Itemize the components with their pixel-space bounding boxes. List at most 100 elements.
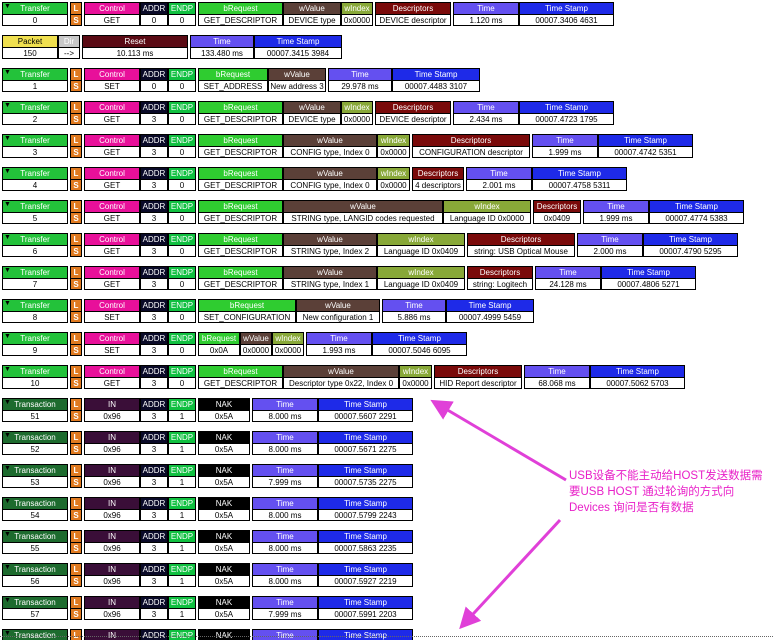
- timestamp-field: Time Stamp 00007.4790 5295: [643, 233, 738, 257]
- expand-toggle-icon[interactable]: ▼: [4, 267, 11, 274]
- windex-field: wIndex 0x0000: [377, 167, 410, 191]
- transaction-row-55[interactable]: Transaction 55 ▼ L S IN 0x96 ADDR 3 ENDP 1 NAK 0x5A T…: [2, 530, 413, 554]
- timestamp-field: Time Stamp 00007.3415 3984: [254, 35, 342, 59]
- descriptors-field-header: Descriptors: [479, 268, 521, 277]
- expand-toggle-icon[interactable]: ▼: [4, 168, 11, 175]
- transaction-number[interactable]: Transaction 55 ▼: [2, 530, 68, 554]
- expand-toggle-icon[interactable]: ▼: [4, 432, 11, 439]
- addr-field-header: ADDR: [142, 466, 166, 475]
- brequest-field: bRequest GET_DESCRIPTOR: [198, 200, 283, 224]
- speed-flags-header: L: [73, 598, 79, 607]
- transaction-number[interactable]: Transaction 57 ▼: [2, 596, 68, 620]
- control-type-header: Control: [99, 4, 125, 13]
- transfer-row-0[interactable]: Transfer 0 ▼ L S Control GET ADDR 0 ENDP 0 bRequest…: [2, 2, 614, 26]
- transfer-number-value: 3: [3, 145, 67, 157]
- expand-toggle-icon[interactable]: ▼: [4, 234, 11, 241]
- transfer-row-2[interactable]: Transfer 2 ▼ L S Control GET ADDR 3 ENDP 0 bRequest…: [2, 101, 614, 125]
- transfer-row-10[interactable]: Transfer 10 ▼ L S Control GET ADDR 3 ENDP 0 bReques…: [2, 365, 685, 389]
- transaction-number[interactable]: Transaction 53 ▼: [2, 464, 68, 488]
- endp-field: ENDP 0: [168, 68, 196, 92]
- expand-toggle-icon[interactable]: ▼: [4, 498, 11, 505]
- wvalue-field: wValue CONFIG type, Index 0: [283, 134, 377, 158]
- transfer-number[interactable]: Transfer 3 ▼: [2, 134, 68, 158]
- expand-toggle-icon[interactable]: ▼: [4, 69, 11, 76]
- annotation-note: USB设备不能主动给HOST发送数据需要USB HOST 通过轮询的方式向Dev…: [569, 470, 763, 514]
- brequest-field-header: bRequest: [223, 103, 258, 112]
- transfer-row-6[interactable]: Transfer 6 ▼ L S Control GET ADDR 3 ENDP 0 bRequest…: [2, 233, 738, 257]
- speed-flags-header: L: [73, 433, 79, 442]
- transfer-number[interactable]: Transfer 2 ▼: [2, 101, 68, 125]
- addr-field-value: 3: [141, 409, 167, 421]
- time-field-header: Time: [276, 400, 294, 409]
- time-field-value: 1.999 ms: [533, 145, 597, 157]
- wvalue-field-value: 0x0000: [241, 343, 271, 355]
- control-type-header: Control: [99, 103, 125, 112]
- addr-field-header: ADDR: [142, 301, 166, 310]
- expand-toggle-icon[interactable]: ▼: [4, 3, 11, 10]
- timestamp-field-value: 00007.5735 2275: [319, 475, 412, 487]
- endp-field-value: 1: [169, 475, 195, 487]
- transfer-row-9[interactable]: Transfer 9 ▼ L S Control SET ADDR 3 ENDP 0 bRequest…: [2, 332, 467, 356]
- transaction-row-52[interactable]: Transaction 52 ▼ L S IN 0x96 ADDR 3 ENDP 1 NAK 0x5A T…: [2, 431, 413, 455]
- transfer-number[interactable]: Transfer 6 ▼: [2, 233, 68, 257]
- transaction-row-56[interactable]: Transaction 56 ▼ L S IN 0x96 ADDR 3 ENDP 1 NAK 0x5A T…: [2, 563, 413, 587]
- in-token-value: 0x96: [85, 508, 139, 520]
- nak-handshake-value: 0x5A: [199, 574, 249, 586]
- control-type-header: Control: [99, 235, 125, 244]
- expand-toggle-icon[interactable]: ▼: [4, 333, 11, 340]
- transfer-row-5[interactable]: Transfer 5 ▼ L S Control GET ADDR 3 ENDP 0 bRequest…: [2, 200, 744, 224]
- reset-field: Reset 10.113 ms: [82, 35, 188, 59]
- transfer-number[interactable]: Transfer 7 ▼: [2, 266, 68, 290]
- endp-field-header: ENDP: [170, 400, 194, 409]
- control-type-value: SET: [85, 79, 139, 91]
- endp-field-value: 0: [169, 13, 195, 25]
- transaction-row-54[interactable]: Transaction 54 ▼ L S IN 0x96 ADDR 3 ENDP 1 NAK 0x5A T…: [2, 497, 413, 521]
- wvalue-field-header: wValue: [299, 103, 325, 112]
- transfer-row-3[interactable]: Transfer 3 ▼ L S Control GET ADDR 3 ENDP 0 bRequest…: [2, 134, 693, 158]
- transfer-row-1[interactable]: Transfer 1 ▼ L S Control SET ADDR 0 ENDP 0 bRequest…: [2, 68, 480, 92]
- in-token-value: 0x96: [85, 442, 139, 454]
- transaction-number[interactable]: Transaction 51 ▼: [2, 398, 68, 422]
- transfer-number-value: 1: [3, 79, 67, 91]
- timestamp-field-header: Time Stamp: [669, 235, 712, 244]
- expand-toggle-icon[interactable]: ▼: [4, 399, 11, 406]
- transfer-number[interactable]: Transfer 1 ▼: [2, 68, 68, 92]
- transfer-row-8[interactable]: Transfer 8 ▼ L S Control SET ADDR 3 ENDP 0 bRequest…: [2, 299, 534, 323]
- transfer-row-7[interactable]: Transfer 7 ▼ L S Control GET ADDR 3 ENDP 0 bRequest…: [2, 266, 696, 290]
- transaction-number[interactable]: Transaction 52 ▼: [2, 431, 68, 455]
- transfer-number[interactable]: Transfer 0 ▼: [2, 2, 68, 26]
- endp-field: ENDP 0: [168, 233, 196, 257]
- expand-toggle-icon[interactable]: ▼: [4, 102, 11, 109]
- expand-toggle-icon[interactable]: ▼: [4, 597, 11, 604]
- transfer-number[interactable]: Transfer 4 ▼: [2, 167, 68, 191]
- expand-toggle-icon[interactable]: ▼: [4, 300, 11, 307]
- transfer-row-4[interactable]: Transfer 4 ▼ L S Control GET ADDR 3 ENDP 0 bRequest…: [2, 167, 627, 191]
- expand-toggle-icon[interactable]: ▼: [4, 465, 11, 472]
- expand-toggle-icon[interactable]: ▼: [4, 366, 11, 373]
- endp-field-header: ENDP: [170, 169, 194, 178]
- transaction-row-57[interactable]: Transaction 57 ▼ L S IN 0x96 ADDR 3 ENDP 1 NAK 0x5A T…: [2, 596, 413, 620]
- packet-row-150[interactable]: Packet 150 Dir --> Reset 10.113 ms Time 133.480…: [2, 35, 342, 59]
- transaction-number-header: Transaction: [14, 433, 56, 442]
- time-field-header: Time: [548, 367, 566, 376]
- expand-toggle-icon[interactable]: ▼: [4, 201, 11, 208]
- expand-toggle-icon[interactable]: ▼: [4, 531, 11, 538]
- time-field-value: 8.000 ms: [253, 442, 317, 454]
- transfer-number[interactable]: Transfer 10 ▼: [2, 365, 68, 389]
- addr-field-value: 3: [141, 541, 167, 553]
- transfer-number[interactable]: Transfer 5 ▼: [2, 200, 68, 224]
- expand-toggle-icon[interactable]: ▼: [4, 564, 11, 571]
- transaction-number[interactable]: Transaction 54 ▼: [2, 497, 68, 521]
- transaction-number[interactable]: Transaction 56 ▼: [2, 563, 68, 587]
- wvalue-field: wValue 0x0000: [240, 332, 272, 356]
- transfer-number[interactable]: Transfer 8 ▼: [2, 299, 68, 323]
- expand-toggle-icon[interactable]: ▼: [4, 135, 11, 142]
- nak-handshake: NAK 0x5A: [198, 497, 250, 521]
- endp-field-header: ENDP: [170, 103, 194, 112]
- transaction-row-53[interactable]: Transaction 53 ▼ L S IN 0x96 ADDR 3 ENDP 1 NAK 0x5A T…: [2, 464, 413, 488]
- transaction-row-51[interactable]: Transaction 51 ▼ L S IN 0x96 ADDR 3 ENDP 1 NAK 0x5A T…: [2, 398, 413, 422]
- addr-field: ADDR 0: [140, 2, 168, 26]
- addr-field-header: ADDR: [142, 334, 166, 343]
- wvalue-field-header: wValue: [284, 70, 310, 79]
- transfer-number[interactable]: Transfer 9 ▼: [2, 332, 68, 356]
